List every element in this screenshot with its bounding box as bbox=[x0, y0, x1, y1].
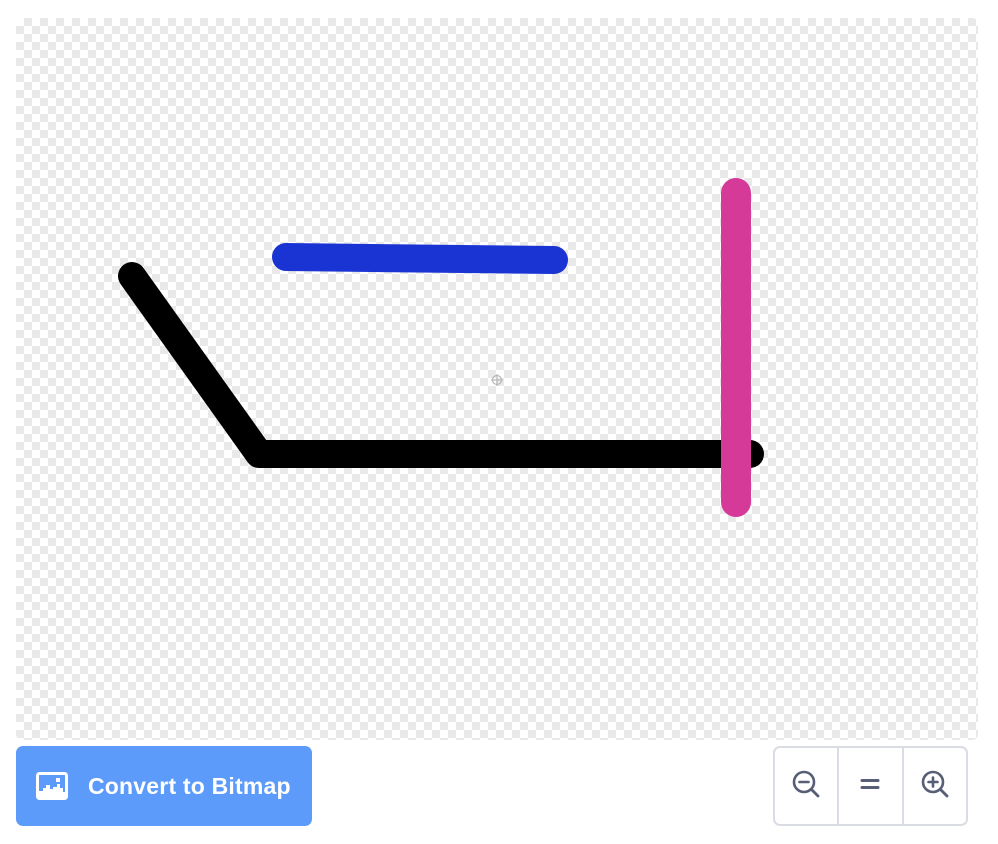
zoom-reset-icon bbox=[859, 776, 881, 797]
zoom-out-icon bbox=[791, 769, 821, 804]
blue-line-stroke[interactable] bbox=[272, 243, 568, 274]
crosshair-icon bbox=[491, 374, 503, 386]
convert-to-bitmap-label: Convert to Bitmap bbox=[88, 772, 291, 799]
zoom-in-icon bbox=[920, 769, 950, 804]
bitmap-icon bbox=[36, 771, 70, 801]
drawing-canvas[interactable] bbox=[16, 18, 978, 740]
zoom-reset-button[interactable] bbox=[837, 748, 901, 824]
canvas-drawing[interactable] bbox=[16, 18, 978, 740]
zoom-in-button[interactable] bbox=[901, 748, 966, 824]
zoom-controls bbox=[773, 746, 968, 826]
zoom-out-button[interactable] bbox=[775, 748, 837, 824]
black-polyline-stroke[interactable] bbox=[118, 262, 764, 468]
paint-editor: Convert to Bitmap bbox=[0, 0, 998, 844]
convert-to-bitmap-button[interactable]: Convert to Bitmap bbox=[16, 746, 312, 826]
